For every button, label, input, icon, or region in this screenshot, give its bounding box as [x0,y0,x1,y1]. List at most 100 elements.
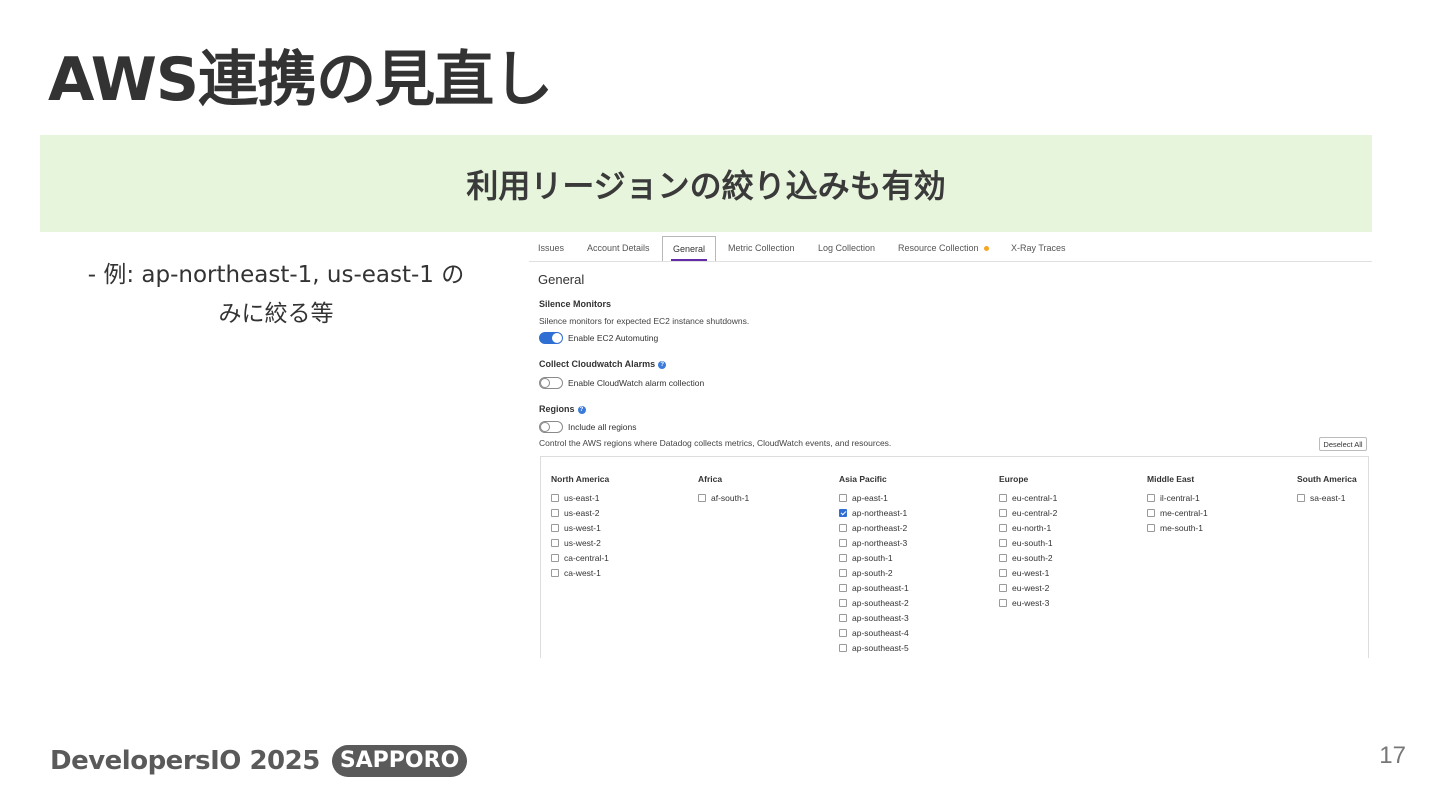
region-checkbox[interactable] [999,568,1007,577]
region-checkbox[interactable] [999,538,1007,547]
region-item[interactable]: eu-west-3 [999,595,1057,610]
region-label: me-central-1 [1160,507,1208,518]
notification-dot-icon [983,246,989,252]
region-checkbox[interactable] [551,523,559,532]
region-checkbox[interactable] [839,493,847,502]
region-group-heading: Africa [698,474,723,484]
tab-log-collection[interactable]: Log Collection [818,236,875,261]
region-checkbox[interactable] [1297,493,1305,502]
region-item[interactable]: eu-central-1 [999,490,1057,505]
region-group-asia-pacific: Asia Pacific ap-east-1 ap-northeast-1 ap-no… [839,473,909,655]
region-checkbox[interactable] [551,553,559,562]
region-checkbox[interactable] [551,568,559,577]
region-checkbox[interactable] [839,538,847,547]
region-checkbox[interactable] [839,598,847,607]
region-checkbox[interactable] [839,508,847,517]
ec2-automuting-toggle[interactable] [539,332,563,344]
region-checkbox[interactable] [698,493,706,502]
region-item[interactable]: ap-southeast-1 [839,580,909,595]
region-checkbox[interactable] [839,613,847,622]
region-item[interactable]: ca-west-1 [551,565,609,580]
cloudwatch-alarms-heading: Collect Cloudwatch Alarms? [539,359,667,369]
region-item[interactable]: us-east-2 [551,505,609,520]
region-item[interactable]: ap-southeast-3 [839,610,909,625]
region-label: eu-north-1 [1012,522,1052,533]
slide-title: AWS連携の見直し [48,45,553,115]
toggle-knob [552,333,562,343]
region-checkbox[interactable] [839,583,847,592]
region-item[interactable]: af-south-1 [698,490,749,505]
region-checkbox[interactable] [999,508,1007,517]
region-label: us-east-1 [564,492,600,503]
region-item[interactable]: ap-northeast-1 [839,505,909,520]
region-item[interactable]: ap-southeast-4 [839,625,909,640]
region-label: me-south-1 [1160,522,1203,533]
region-checkbox[interactable] [551,508,559,517]
region-checkbox[interactable] [1147,508,1155,517]
region-checkbox[interactable] [839,553,847,562]
cloudwatch-alarms-heading-text: Collect Cloudwatch Alarms [539,359,656,369]
tab-issues[interactable]: Issues [538,236,564,261]
tab-resource-collection[interactable]: Resource Collection [898,236,989,261]
region-group-heading: North America [551,474,610,484]
region-item[interactable]: me-central-1 [1147,505,1208,520]
region-checkbox[interactable] [839,643,847,652]
ec2-automuting-row: Enable EC2 Automuting [539,332,658,344]
cloudwatch-alarm-toggle[interactable] [539,377,563,389]
region-item[interactable]: il-central-1 [1147,490,1208,505]
help-icon[interactable]: ? [577,405,586,414]
region-checkbox[interactable] [839,568,847,577]
region-item[interactable]: ca-central-1 [551,550,609,565]
region-checkbox[interactable] [999,553,1007,562]
cloudwatch-alarm-row: Enable CloudWatch alarm collection [539,377,704,389]
region-item[interactable]: eu-north-1 [999,520,1057,535]
region-label: eu-west-3 [1012,597,1050,608]
region-group-africa: Africa af-south-1 [698,473,749,505]
active-tab-indicator [671,259,708,261]
silence-monitors-heading: Silence Monitors [539,299,612,309]
region-item[interactable]: me-south-1 [1147,520,1208,535]
region-item[interactable]: eu-south-2 [999,550,1057,565]
region-item[interactable]: ap-east-1 [839,490,909,505]
region-item[interactable]: us-west-2 [551,535,609,550]
region-label: ap-south-1 [852,552,893,563]
tab-xray-traces[interactable]: X-Ray Traces [1011,236,1066,261]
region-item[interactable]: ap-northeast-3 [839,535,909,550]
include-all-regions-toggle[interactable] [539,421,563,433]
region-checkbox[interactable] [999,493,1007,502]
region-checkbox[interactable] [551,538,559,547]
region-item[interactable]: sa-east-1 [1297,490,1357,505]
tab-general[interactable]: General [662,236,717,261]
region-checkbox[interactable] [999,583,1007,592]
region-item[interactable]: ap-southeast-5 [839,640,909,655]
region-item[interactable]: us-west-1 [551,520,609,535]
region-item[interactable]: eu-west-1 [999,565,1057,580]
tab-account-details[interactable]: Account Details [587,236,650,261]
region-checkbox[interactable] [1147,523,1155,532]
region-item[interactable]: ap-south-1 [839,550,909,565]
bullet-line-2: みに絞る等 [218,301,334,327]
region-item[interactable]: eu-central-2 [999,505,1057,520]
region-label: us-east-2 [564,507,600,518]
logo-badge: SAPPORO [331,745,468,777]
tab-metric-collection[interactable]: Metric Collection [728,236,795,261]
region-label: ca-west-1 [564,567,601,578]
region-checkbox[interactable] [999,598,1007,607]
region-checkbox[interactable] [1147,493,1155,502]
region-checkbox[interactable] [551,493,559,502]
region-checkbox[interactable] [839,523,847,532]
region-group-heading: Asia Pacific [839,474,887,484]
region-checkbox[interactable] [839,628,847,637]
deselect-all-button[interactable]: Deselect All [1319,437,1367,451]
region-item[interactable]: ap-southeast-2 [839,595,909,610]
region-label: ap-southeast-1 [852,582,909,593]
region-item[interactable]: eu-west-2 [999,580,1057,595]
region-item[interactable]: ap-south-2 [839,565,909,580]
banner-text: 利用リージョンの絞り込みも有効 [466,166,946,205]
region-checkbox[interactable] [999,523,1007,532]
help-icon[interactable]: ? [658,360,667,369]
region-item[interactable]: eu-south-1 [999,535,1057,550]
region-label: eu-west-2 [1012,582,1050,593]
region-item[interactable]: ap-northeast-2 [839,520,909,535]
region-item[interactable]: us-east-1 [551,490,609,505]
